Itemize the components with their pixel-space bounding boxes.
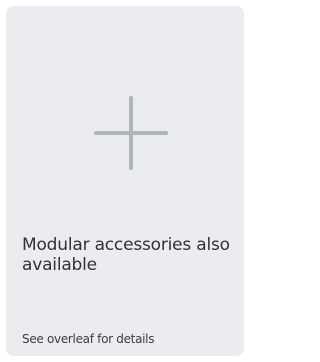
card-details-text: See overleaf for details	[22, 332, 155, 346]
accessories-card[interactable]: Modular accessories also available See o…	[6, 6, 244, 356]
card-title: Modular accessories also available	[22, 235, 230, 275]
plus-icon	[94, 96, 168, 170]
